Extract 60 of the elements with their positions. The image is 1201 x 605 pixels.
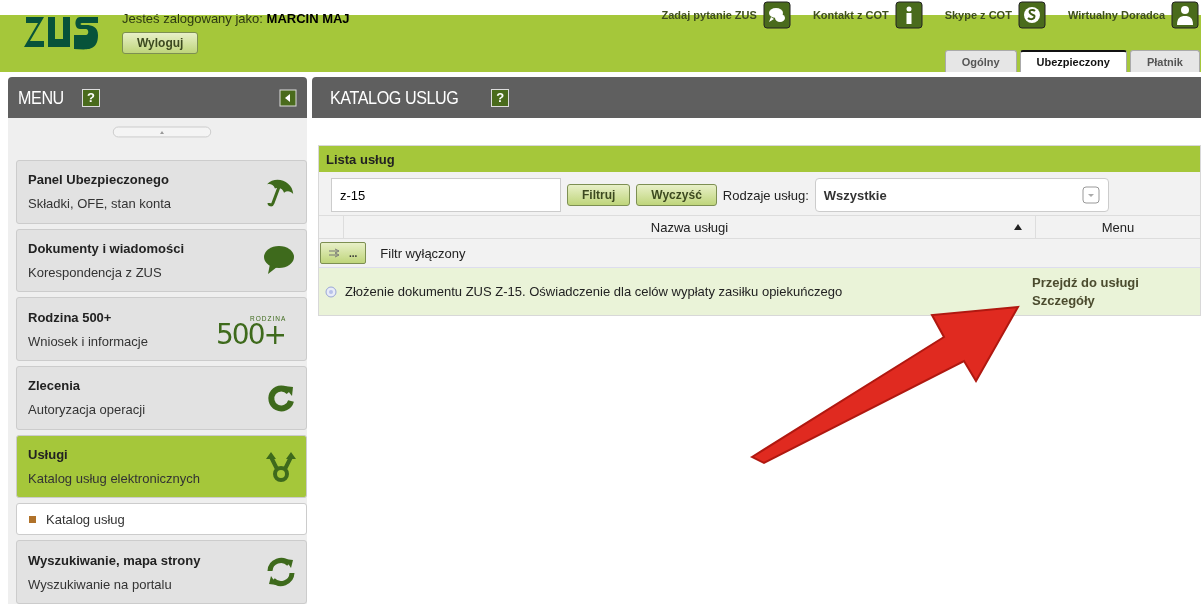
search-field[interactable]: z-15 [331, 178, 561, 212]
tab[interactable]: Ogólny [944, 50, 1017, 72]
header-link[interactable]: Zadaj pytanie ZUS [661, 1, 791, 29]
menu-item-subtitle: Wyszukiwanie na portalu [28, 576, 173, 592]
filter-status: Filtr wyłączony [380, 245, 466, 261]
type-select[interactable]: Wszystkie [814, 178, 1109, 212]
dropdown-icon [1081, 186, 1100, 204]
menu-title: MENU [18, 86, 64, 109]
sort-ascending-icon [1013, 223, 1023, 231]
menu-item[interactable]: Panel Ubezpieczonego Składki, OFE, stan konta [16, 159, 307, 224]
panel-title: Lista usług [319, 146, 1200, 172]
menu-item-subtitle: Składki, OFE, stan konta [28, 196, 173, 212]
menu-item-subtitle: Korespondencja z ZUS [28, 265, 163, 280]
logout-button[interactable]: Wyloguj [122, 32, 199, 54]
service-link[interactable]: Szczegóły [1032, 293, 1095, 308]
person-icon [1171, 1, 1199, 29]
help-icon[interactable]: ? [81, 88, 100, 107]
submenu-item[interactable]: Katalog usług [16, 503, 307, 536]
help-icon[interactable]: ? [491, 88, 510, 107]
clear-button[interactable]: Wyczyść [636, 184, 717, 206]
filter-button[interactable]: Filtruj [567, 184, 631, 206]
collapse-icon[interactable] [279, 88, 297, 107]
speech-bubble-icon [262, 245, 296, 276]
chat-icon [762, 1, 791, 29]
menu-item-subtitle: Wniosek i informacje [28, 333, 149, 349]
header-link[interactable]: Kontakt z COT [812, 1, 923, 29]
radio-icon[interactable] [325, 285, 337, 298]
service-row[interactable]: Złożenie dokumentu ZUS Z-15. Oświadczenie dla celów wypłaty zasiłku opiekuńczego Przejdź do usługi Szczegóły [319, 267, 1200, 315]
column-header[interactable]: Menu [1035, 216, 1200, 238]
submenu-label: Katalog usług [46, 511, 125, 527]
header-link[interactable]: Skype z COT [944, 1, 1046, 29]
type-label: Rodzaje usług: [722, 187, 809, 203]
service-name: Złożenie dokumentu ZUS Z-15. Oświadczenie dla celów wypłaty zasiłku opiekuńczego [345, 284, 844, 299]
menu-item-subtitle: Autoryzacja operacji [28, 402, 147, 418]
menu-item[interactable]: Usługi Katalog usług elektronicznych [16, 434, 307, 499]
menu-item[interactable]: Zlecenia Autoryzacja operacji [16, 366, 307, 430]
skype-icon [1017, 1, 1046, 29]
filter-toggle-button[interactable]: ... [320, 242, 367, 264]
sync-icon [266, 556, 296, 589]
page-title: KATALOG USLUG [330, 86, 459, 109]
refresh-icon [266, 382, 296, 413]
service-link[interactable]: Przejdź do usługi [1032, 275, 1139, 290]
scroll-up-handle[interactable] [111, 126, 212, 138]
menu-item-title: Usługi [28, 447, 69, 463]
menu-item-title: Dokumenty i wiadomości [28, 241, 186, 256]
menu-item-title: Rodzina 500+ [28, 309, 113, 325]
info-icon [894, 1, 923, 29]
tab[interactable]: Płatnik [1129, 50, 1200, 72]
menu-item-title: Panel Ubezpieczonego [28, 172, 170, 188]
login-status: Jesteś zalogowany jako: MARCIN MAJ [122, 11, 350, 26]
header-link[interactable]: Wirtualny Doradca [1067, 1, 1199, 29]
menu-item-title: Wyszukiwanie, mapa strony [28, 552, 202, 568]
menu-item-subtitle: Katalog usług elektronicznych [28, 471, 201, 487]
tab[interactable]: Ubezpieczony [1019, 50, 1127, 72]
column-header[interactable]: Nazwa usługi [343, 216, 1035, 238]
menu-item[interactable]: Dokumenty i wiadomości Korespondencja z ZUS [16, 228, 307, 293]
bullet-icon [29, 515, 36, 523]
menu-item-title: Zlecenia [28, 378, 82, 394]
menu-item[interactable]: Wyszukiwanie, mapa strony Wyszukiwanie na portalu [16, 540, 307, 604]
fork-arrows-icon [266, 450, 296, 483]
